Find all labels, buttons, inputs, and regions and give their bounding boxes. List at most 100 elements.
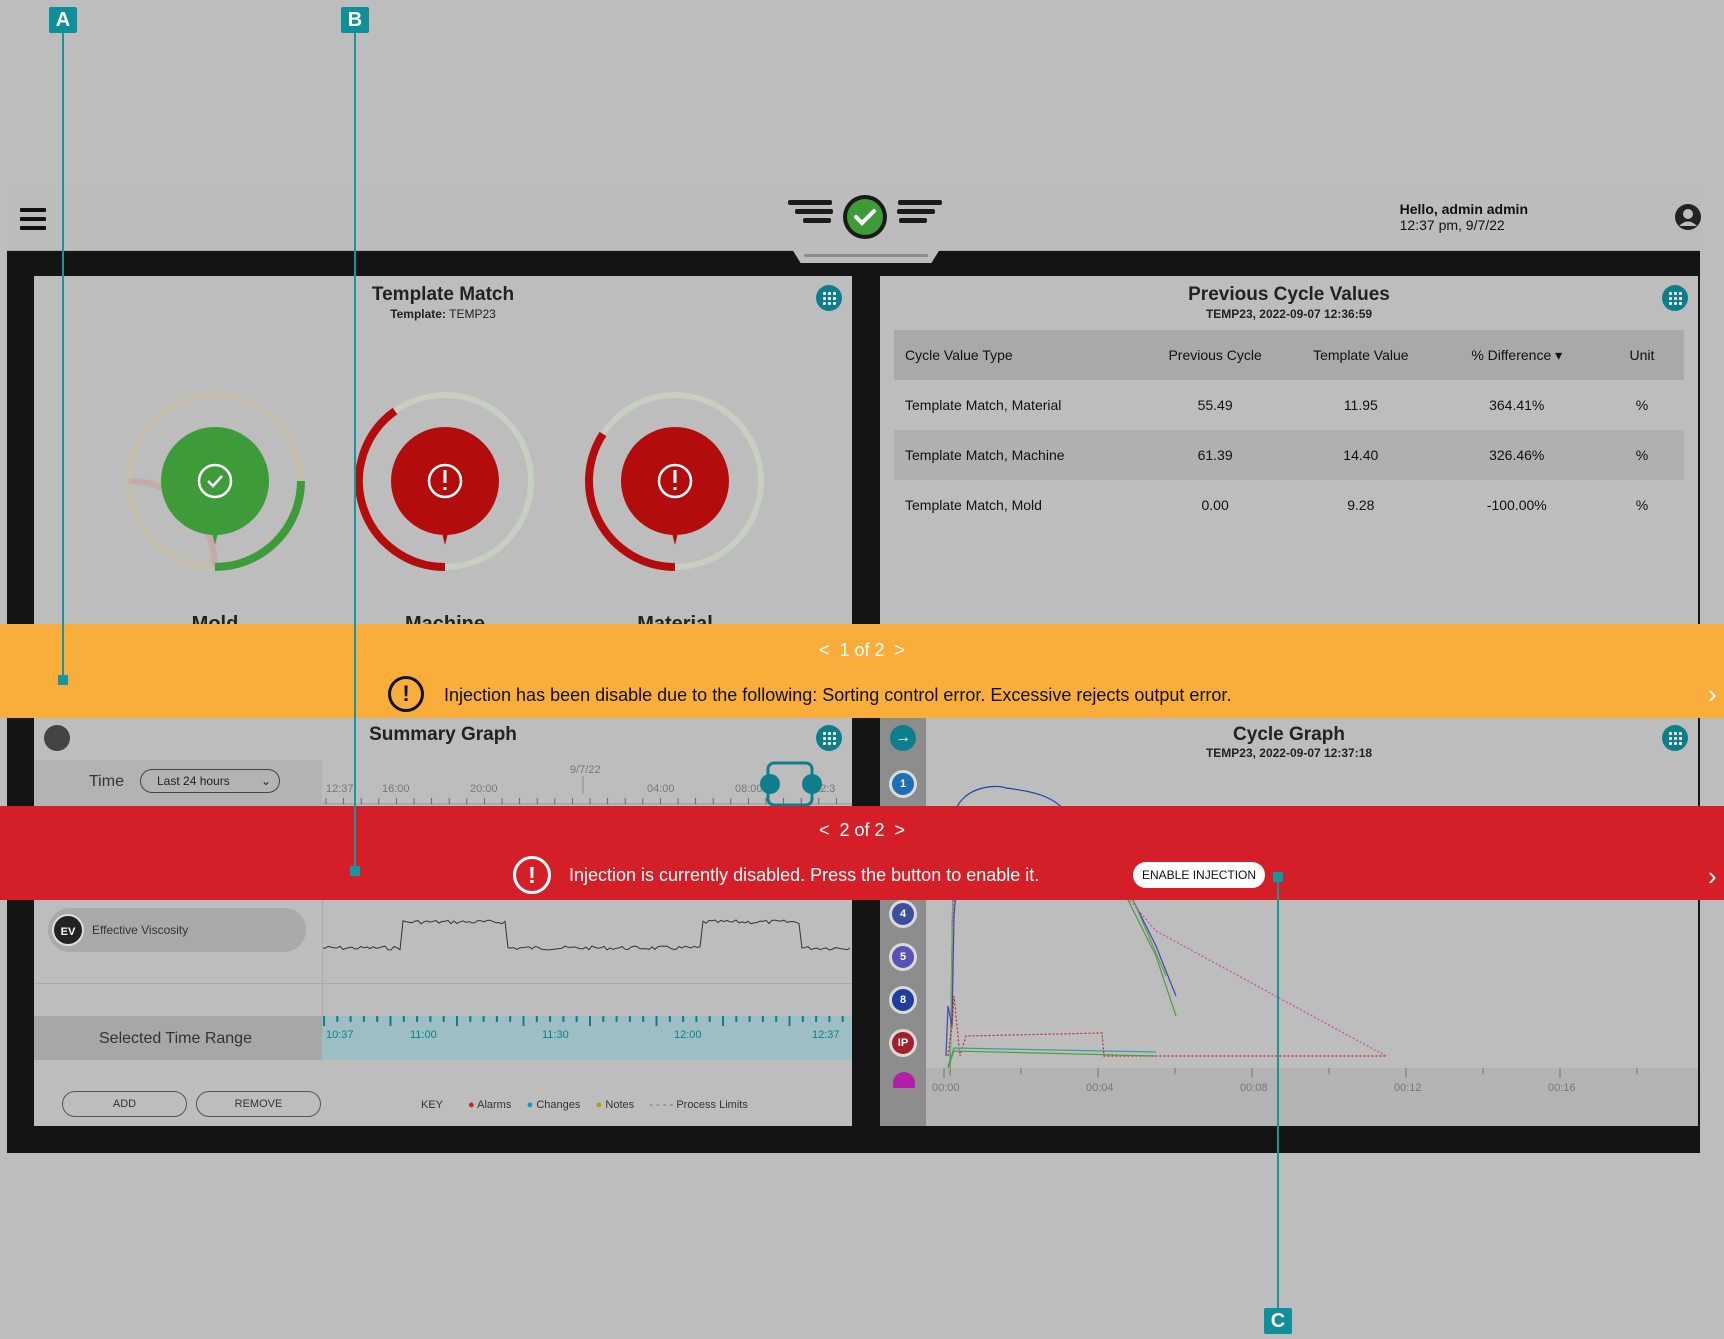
chevron-right-icon[interactable]: > (895, 820, 906, 840)
ev-label: Effective Viscosity (92, 923, 189, 937)
x-tick-label: 00:08 (1240, 1082, 1268, 1094)
chevron-right-icon[interactable]: › (1708, 679, 1717, 710)
banner-pager: < 2 of 2 > (0, 820, 1724, 841)
user-account-icon[interactable] (1674, 203, 1702, 231)
template-label: Template: (390, 307, 446, 321)
chevron-right-icon[interactable]: › (1708, 861, 1717, 892)
previous-cycle-title: Previous Cycle Values (1188, 284, 1390, 305)
chevron-right-icon[interactable]: > (895, 640, 906, 660)
sensor-button-8[interactable]: 8 (889, 986, 917, 1014)
legend-item: Alarms (477, 1099, 512, 1111)
selected-range-bar[interactable]: 10:37 11:00 11:30 12:00 12:37 (322, 1016, 852, 1060)
table-cell: Template Match, Material (905, 397, 1062, 413)
callout-anchor-a (58, 675, 68, 685)
timeline-tick-label: 12:37 (326, 783, 354, 795)
range-tick-label: 11:30 (542, 1029, 569, 1041)
x-tick-label: 00:16 (1548, 1082, 1576, 1094)
chevron-down-icon: ⌄ (260, 774, 271, 788)
panel-menu-icon[interactable] (1662, 285, 1688, 311)
table-row[interactable]: Template Match, Machine 61.39 14.40 326.… (894, 430, 1684, 480)
template-match-subtitle: Template: TEMP23 (34, 307, 852, 321)
enable-injection-button[interactable]: ENABLE INJECTION (1133, 862, 1266, 888)
sensor-button-5[interactable]: 5 (889, 943, 917, 971)
column-header[interactable]: Previous Cycle (1142, 330, 1288, 380)
panel-menu-icon[interactable] (1662, 725, 1688, 751)
table-cell: -100.00% (1486, 497, 1547, 513)
warning-icon: ! (388, 676, 424, 712)
callout-a: A (49, 7, 77, 33)
time-range-value: Last 24 hours (157, 774, 230, 788)
column-header[interactable]: Unit (1599, 330, 1684, 380)
time-range-select[interactable]: Last 24 hours ⌄ (140, 769, 280, 793)
table-header-row: Cycle Value Type Previous Cycle Template… (894, 330, 1684, 380)
greeting-text: Hello, admin admin (1399, 201, 1528, 217)
logo-tab (790, 246, 942, 263)
injection-warning-banner: < 1 of 2 > ! Injection has been disable … (0, 624, 1724, 718)
process-limit-dash-icon: - - - - (649, 1099, 674, 1111)
divider (34, 983, 852, 984)
template-value: TEMP23 (449, 307, 496, 321)
x-tick-label: 00:12 (1394, 1082, 1422, 1094)
summary-graph-panel: Summary Graph Time Last 24 hours ⌄ 9/7/2… (34, 718, 852, 1126)
menu-icon[interactable] (20, 208, 46, 230)
banner-pager: < 1 of 2 > (0, 640, 1724, 661)
callout-anchor-c (1273, 872, 1283, 882)
column-header[interactable]: Template Value (1287, 330, 1434, 380)
table-cell: 11.95 (1343, 397, 1378, 413)
app-logo (788, 195, 942, 239)
banner-message: Injection has been disable due to the fo… (444, 685, 1232, 705)
panel-menu-icon[interactable] (816, 725, 842, 751)
remove-button[interactable]: REMOVE (196, 1091, 321, 1117)
timeline-tick-label: 20:00 (470, 783, 498, 795)
table-row[interactable]: Template Match, Material 55.49 11.95 364… (894, 380, 1684, 430)
legend-item: Changes (536, 1099, 581, 1111)
callout-line-c (1277, 877, 1279, 1317)
table-cell: 0.00 (1201, 497, 1229, 513)
previous-cycle-subtitle: TEMP23, 2022-09-07 12:36:59 (1205, 307, 1373, 321)
sensor-button-partial[interactable] (893, 1072, 915, 1088)
column-header-sorted[interactable]: % Difference ▾ (1433, 330, 1600, 380)
add-button[interactable]: ADD (62, 1091, 187, 1117)
range-tick-label: 12:37 (812, 1029, 840, 1041)
column-header-label: % Difference (1471, 346, 1552, 363)
timeline-tick-label: 16:00 (382, 783, 410, 795)
timeline-handle-left[interactable] (760, 774, 780, 794)
timeline-tick-label: 04:00 (647, 783, 675, 795)
alert-icon: ! (513, 856, 551, 894)
selected-time-range-label: Selected Time Range (99, 1030, 252, 1047)
previous-cycle-values-panel: Previous Cycle Values TEMP23, 2022-09-07… (880, 276, 1698, 626)
summary-graph-title: Summary Graph (369, 724, 517, 745)
legend-key-label: KEY (421, 1099, 444, 1111)
table-cell: 326.46% (1433, 430, 1600, 480)
gauge-machine[interactable] (350, 386, 540, 576)
alarm-dot-icon: ● (468, 1099, 475, 1111)
time-label: Time (89, 773, 124, 790)
change-dot-icon: ● (526, 1099, 534, 1111)
callout-line-a (62, 30, 64, 680)
header-datetime: 12:37 pm, 9/7/22 (1399, 217, 1505, 233)
banner-page-count: 2 of 2 (839, 820, 885, 840)
callout-b: B (341, 7, 369, 33)
sensor-button-1[interactable]: 1 (889, 770, 917, 798)
table-row[interactable]: Template Match, Mold 0.00 9.28 -100.00% … (894, 480, 1684, 530)
table-cell: 55.49 (1197, 397, 1233, 413)
banner-message: Injection is currently disabled. Press t… (569, 865, 1040, 885)
x-tick-label: 00:04 (1086, 1082, 1114, 1094)
sensor-button-ip[interactable]: IP (889, 1029, 917, 1057)
table-cell: Template Match, Machine (894, 430, 1143, 480)
template-match-title: Template Match (371, 284, 515, 305)
timeline-handle-right[interactable] (802, 774, 822, 794)
banner-page-count: 1 of 2 (839, 640, 885, 660)
gauge-mold[interactable] (120, 386, 310, 576)
table-cell: % (1599, 430, 1684, 480)
timeline-scrubber[interactable]: 9/7/22 12:37 16:00 20:00 04:00 08:00 12:3 (322, 760, 852, 806)
sensor-button-4[interactable]: 4 (889, 900, 917, 928)
legend: ● Alarms ● Changes ● Notes - - - - Proce… (468, 1099, 748, 1111)
table-cell: 14.40 (1287, 430, 1434, 480)
panel-menu-icon[interactable] (816, 285, 842, 311)
gauge-material[interactable] (580, 386, 770, 576)
column-header[interactable]: Cycle Value Type (894, 330, 1143, 380)
chevron-left-icon[interactable]: < (819, 640, 830, 660)
note-dot-icon: ● (595, 1099, 603, 1111)
chevron-left-icon[interactable]: < (819, 820, 830, 840)
